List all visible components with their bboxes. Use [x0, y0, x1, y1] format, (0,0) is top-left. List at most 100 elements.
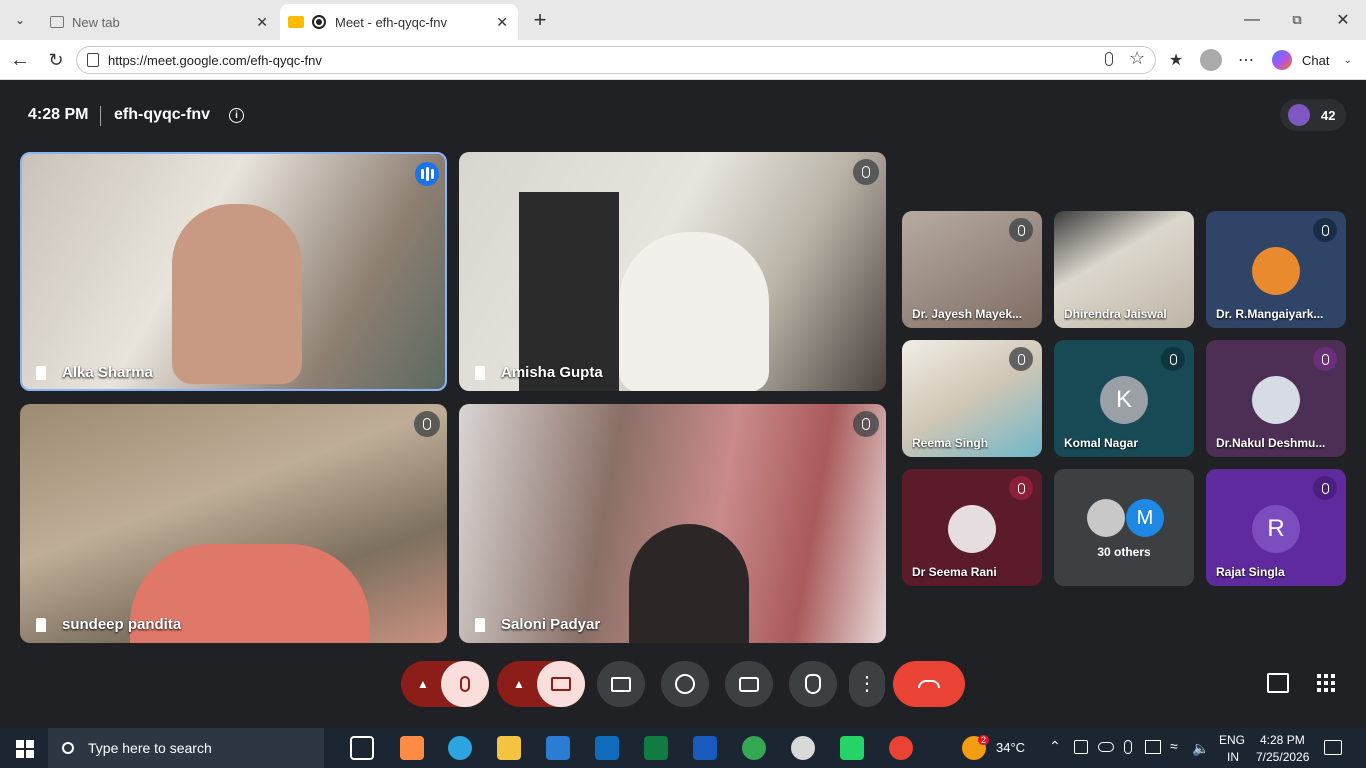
windows-start-icon[interactable] [16, 740, 34, 758]
favorites-icon[interactable]: ★ [1164, 48, 1188, 72]
restore-icon[interactable]: ⧉ [1285, 8, 1309, 32]
meet-now-icon[interactable] [1074, 740, 1088, 754]
outlook-icon[interactable] [595, 736, 619, 760]
participants-button[interactable]: 42 [1280, 99, 1346, 131]
close-window-icon[interactable]: ✕ [1331, 8, 1355, 32]
participant-name: Dr Seema Rani [912, 565, 997, 579]
file-explorer-icon[interactable] [497, 736, 521, 760]
emoji-icon [675, 674, 695, 694]
muted-mic-icon [1313, 476, 1337, 500]
profile-avatar-icon[interactable] [1200, 49, 1222, 71]
chrome-profile-icon[interactable] [889, 736, 913, 760]
word-icon[interactable] [693, 736, 717, 760]
region-indicator[interactable]: IN [1227, 750, 1239, 764]
side-tile-2[interactable]: Dhirendra Jaiswal [1054, 211, 1194, 328]
reload-icon[interactable]: ↻ [44, 48, 68, 72]
side-tile-1[interactable]: Dr. Jayesh Mayek... [902, 211, 1042, 328]
avatar: K [1100, 376, 1148, 424]
side-tile-3[interactable]: Dr. R.Mangaiyark... [1206, 211, 1346, 328]
chat-messages-icon[interactable] [1267, 673, 1289, 693]
chevron-down-icon: ⌄ [1343, 54, 1352, 66]
edge-browser-icon[interactable] [448, 736, 472, 760]
participant-name: sundeep pandita [62, 616, 182, 633]
participant-video [629, 524, 749, 643]
participant-name: Amisha Gupta [501, 364, 603, 381]
url-text[interactable]: https://meet.google.com/efh-qyqc-fnv [108, 53, 322, 68]
side-tile-4[interactable]: Reema Singh [902, 340, 1042, 457]
taskbar-search-box[interactable]: Type here to search [48, 728, 324, 768]
side-tile-5[interactable]: K Komal Nagar [1054, 340, 1194, 457]
whatsapp-icon[interactable] [840, 736, 864, 760]
new-tab-page-icon [50, 16, 64, 28]
tab-title: New tab [72, 14, 120, 30]
camera-off-icon [551, 677, 571, 691]
back-icon[interactable]: ← [8, 48, 32, 72]
captions-icon [739, 676, 759, 692]
favorite-star-icon[interactable]: ☆ [1129, 48, 1145, 69]
side-tile-7[interactable]: Dr Seema Rani [902, 469, 1042, 586]
copilot-app-icon[interactable] [400, 736, 424, 760]
muted-mic-icon [1313, 347, 1337, 371]
close-tab-icon[interactable]: ✕ [256, 14, 268, 31]
microphone-toggle-button[interactable] [441, 661, 489, 707]
onedrive-icon[interactable] [1098, 742, 1114, 752]
task-view-icon[interactable] [350, 736, 374, 760]
pin-icon[interactable] [475, 618, 485, 632]
clock-date[interactable]: 7/25/2026 [1256, 750, 1309, 764]
clock-app-icon[interactable] [791, 736, 815, 760]
microsoft-store-icon[interactable] [546, 736, 570, 760]
copilot-chat-button[interactable]: Chat ⌄ [1272, 46, 1362, 74]
pin-icon[interactable] [36, 366, 46, 380]
close-tab-icon[interactable]: ✕ [496, 14, 508, 31]
muted-mic-icon [1313, 218, 1337, 242]
microphone-tray-icon[interactable] [1124, 740, 1132, 754]
present-screen-button[interactable] [597, 661, 645, 707]
volume-icon[interactable]: 🔈 [1192, 740, 1209, 757]
participant-name: Dr. Jayesh Mayek... [912, 307, 1023, 321]
avatar: M [1126, 499, 1164, 537]
notification-center-icon[interactable] [1324, 740, 1342, 755]
new-tab-plus-icon[interactable]: + [528, 7, 552, 32]
more-options-button[interactable]: ⋮ [849, 661, 885, 707]
address-bar[interactable]: https://meet.google.com/efh-qyqc-fnv ☆ [76, 46, 1156, 74]
tab-search-chevron-icon[interactable]: ⌄ [8, 8, 32, 32]
pin-icon[interactable] [475, 366, 485, 380]
raise-hand-button[interactable] [789, 661, 837, 707]
chrome-icon[interactable] [742, 736, 766, 760]
clock-time[interactable]: 4:28 PM [1260, 733, 1305, 747]
main-tile-3[interactable]: sundeep pandita [20, 404, 447, 643]
activities-grid-icon[interactable] [1317, 674, 1335, 692]
mic-options-chevron-icon[interactable]: ▲ [409, 672, 437, 696]
weather-temperature[interactable]: 34°C [996, 740, 1025, 755]
muted-mic-icon [853, 411, 879, 437]
main-tile-1[interactable]: Alka Sharma [20, 152, 447, 391]
avatar [1087, 499, 1125, 537]
minimize-icon[interactable]: — [1240, 8, 1264, 32]
main-tile-2[interactable]: Amisha Gupta [459, 152, 886, 391]
avatar [1252, 376, 1300, 424]
pin-icon[interactable] [36, 618, 46, 632]
leave-call-button[interactable] [893, 661, 965, 707]
side-tile-6[interactable]: Dr.Nakul Deshmu... [1206, 340, 1346, 457]
wifi-icon[interactable]: ≈ [1170, 738, 1178, 754]
language-indicator[interactable]: ENG [1219, 733, 1245, 747]
tab-new-tab[interactable]: New tab ✕ [40, 4, 278, 40]
side-tile-others[interactable]: M 30 others [1054, 469, 1194, 586]
hangup-icon [918, 680, 940, 688]
camera-options-chevron-icon[interactable]: ▲ [505, 672, 533, 696]
participant-name: Komal Nagar [1064, 436, 1139, 450]
lock-icon[interactable] [87, 53, 99, 67]
side-tile-8[interactable]: R Rajat Singla [1206, 469, 1346, 586]
tab-meet[interactable]: Meet - efh-qyqc-fnv ✕ [280, 4, 518, 40]
show-hidden-icons-icon[interactable]: ⌃ [1049, 738, 1061, 755]
avatar [1252, 247, 1300, 295]
main-tile-4[interactable]: Saloni Padyar [459, 404, 886, 643]
microphone-icon[interactable] [1105, 52, 1113, 66]
reactions-button[interactable] [661, 661, 709, 707]
meeting-info-icon[interactable]: i [229, 108, 244, 123]
excel-icon[interactable] [644, 736, 668, 760]
captions-button[interactable] [725, 661, 773, 707]
more-menu-icon[interactable]: ⋯ [1234, 48, 1258, 72]
camera-toggle-button[interactable] [537, 661, 585, 707]
input-method-icon[interactable] [1145, 740, 1161, 754]
